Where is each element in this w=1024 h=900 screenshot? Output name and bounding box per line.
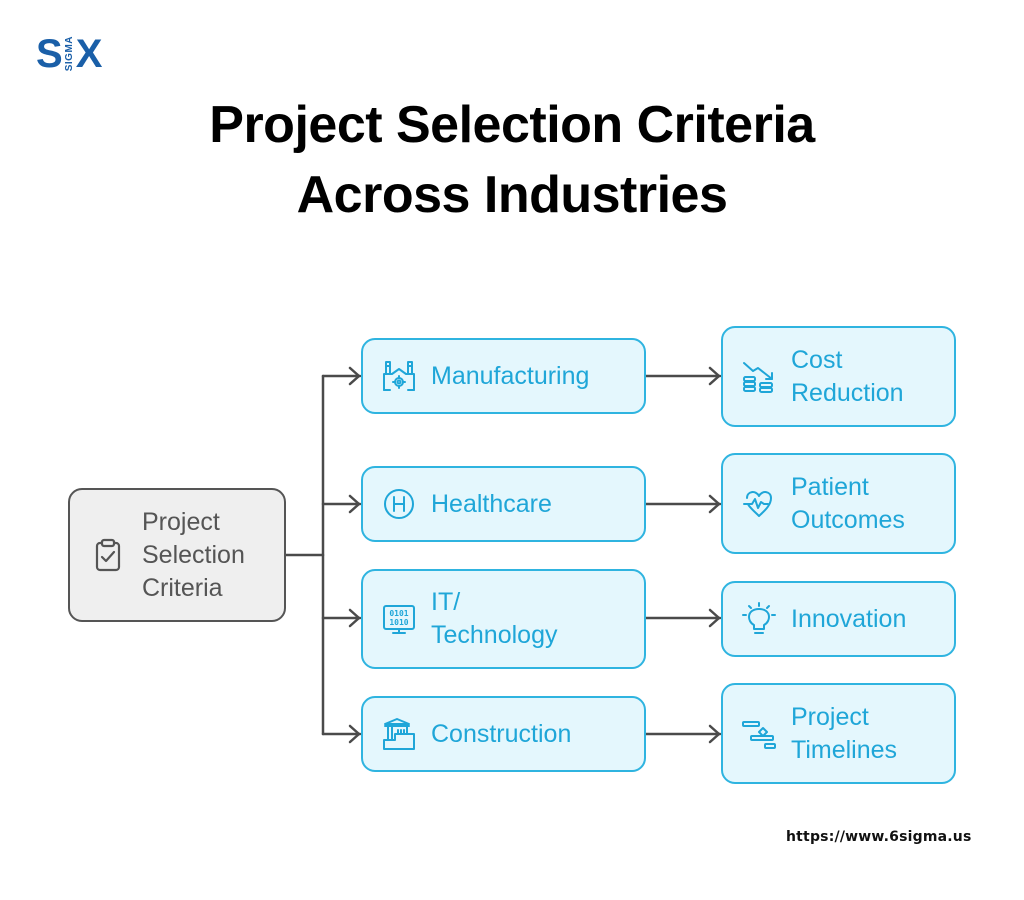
industry-label-construction: Construction	[431, 719, 572, 748]
criterion-node-project-timelines[interactable]: Project Timelines	[721, 683, 956, 784]
arrowhead-innovation	[708, 608, 721, 628]
gantt-timeline-icon	[741, 716, 777, 752]
industry-label-healthcare: Healthcare	[431, 489, 552, 518]
footer-url[interactable]: https://www.6sigma.us	[786, 829, 972, 845]
lightbulb-icon	[741, 601, 777, 637]
criterion-label-innovation: Innovation	[791, 604, 907, 633]
factory-gear-icon	[381, 358, 417, 394]
criterion-label-patient-outcomes: Patient Outcomes	[791, 472, 905, 534]
title-line-2: Across Industries	[296, 166, 728, 224]
binary-monitor-icon: 0101 1010	[381, 601, 417, 637]
arrowhead-healthcare	[348, 494, 361, 514]
arrowhead-timelines	[708, 724, 721, 744]
industry-node-it-technology[interactable]: 0101 1010 IT/ Technology	[361, 569, 646, 669]
hospital-h-icon	[381, 486, 417, 522]
arrowhead-it	[348, 608, 361, 628]
logo-sigma-text: SIGMA	[63, 36, 75, 72]
svg-text:0101: 0101	[389, 609, 408, 618]
industry-label-manufacturing: Manufacturing	[431, 361, 590, 390]
arrowhead-manufacturing	[348, 366, 361, 386]
logo-letter-x: X	[75, 32, 103, 76]
cost-reduction-icon	[741, 359, 777, 395]
arrowhead-cost	[708, 366, 721, 386]
sixsigma-logo: S SIGMA X	[36, 34, 102, 74]
industry-node-healthcare[interactable]: Healthcare	[361, 466, 646, 542]
arrowhead-construction	[348, 724, 361, 744]
logo-letter-s: S	[36, 32, 63, 76]
clipboard-check-icon	[90, 537, 126, 573]
industry-node-construction[interactable]: Construction	[361, 696, 646, 772]
criterion-node-innovation[interactable]: Innovation	[721, 581, 956, 657]
industry-node-manufacturing[interactable]: Manufacturing	[361, 338, 646, 414]
root-node-project-selection-criteria[interactable]: Project Selection Criteria	[68, 488, 286, 622]
building-construction-icon	[381, 716, 417, 752]
criterion-node-cost-reduction[interactable]: Cost Reduction	[721, 326, 956, 427]
svg-text:1010: 1010	[389, 618, 408, 627]
arrowhead-patient	[708, 494, 721, 514]
criterion-label-project-timelines: Project Timelines	[791, 702, 898, 764]
criterion-node-patient-outcomes[interactable]: Patient Outcomes	[721, 453, 956, 554]
root-node-label: Project Selection Criteria	[142, 507, 245, 602]
page-title: Project Selection Criteria Across Indust…	[0, 90, 1024, 230]
industry-label-it-technology: IT/ Technology	[431, 588, 558, 649]
title-line-1: Project Selection Criteria	[209, 96, 815, 154]
heart-pulse-icon	[741, 486, 777, 522]
criterion-label-cost-reduction: Cost Reduction	[791, 345, 904, 407]
